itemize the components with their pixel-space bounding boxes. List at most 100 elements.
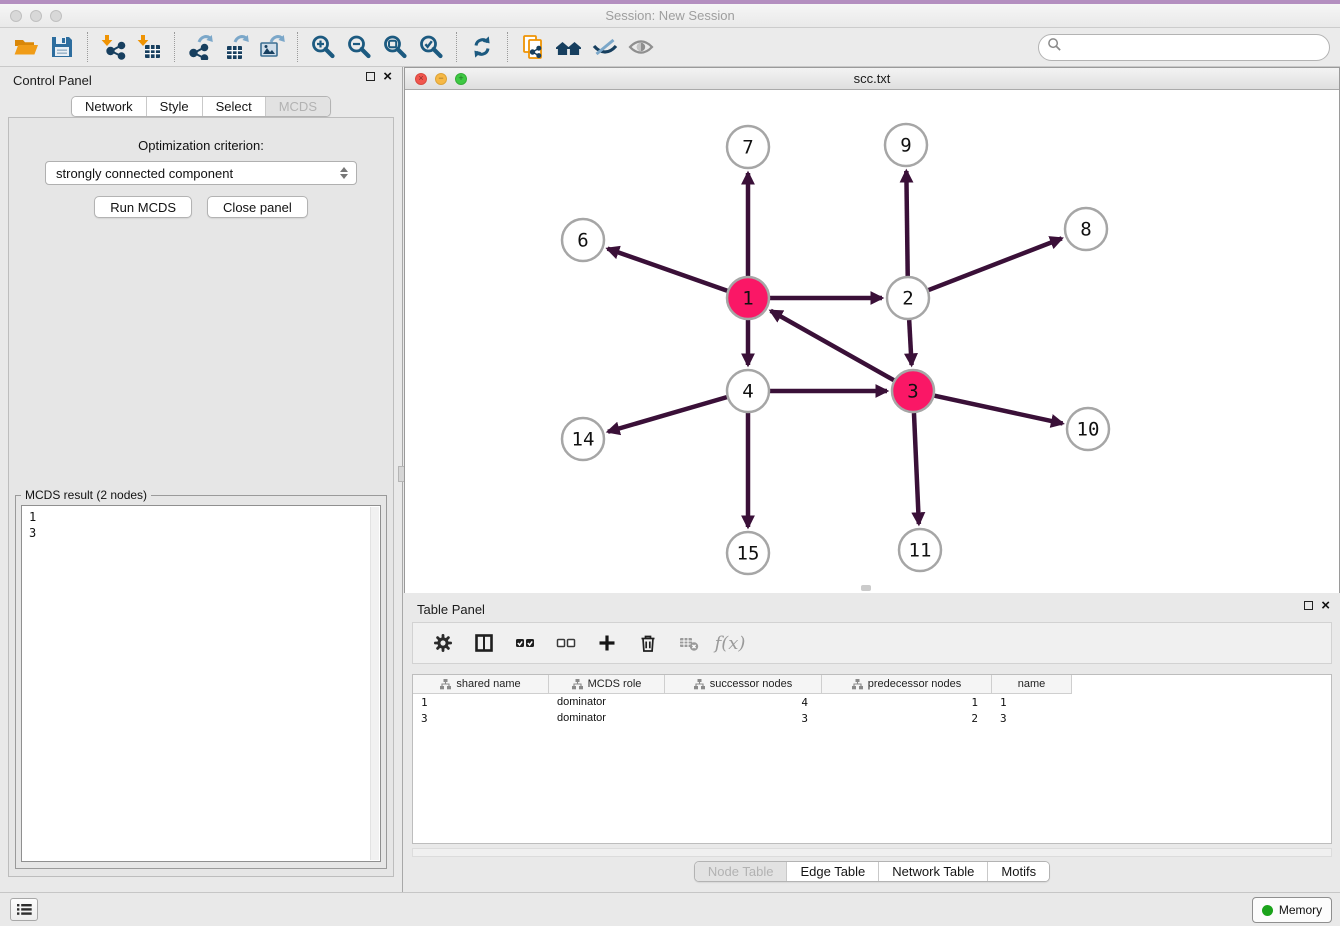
- edge-2-3[interactable]: [909, 320, 911, 365]
- cell[interactable]: 4: [665, 696, 822, 709]
- status-bar: Memory: [0, 892, 1340, 926]
- search-icon: [1047, 37, 1062, 57]
- close-panel-icon[interactable]: ×: [383, 72, 392, 81]
- close-table-panel-icon[interactable]: ×: [1321, 601, 1330, 610]
- columns-icon[interactable]: [472, 631, 496, 655]
- zoom-in-icon[interactable]: [305, 31, 341, 63]
- refresh-icon[interactable]: [464, 31, 500, 63]
- list-icon: [17, 903, 32, 916]
- network-window-titlebar[interactable]: × − + scc.txt: [405, 68, 1339, 90]
- node-table: shared name MCDS role successor nodesprede…: [412, 674, 1332, 844]
- edge-2-9[interactable]: [906, 171, 907, 276]
- cell[interactable]: 1: [992, 696, 1072, 709]
- mcds-result-box: 13: [21, 505, 381, 862]
- memory-button[interactable]: Memory: [1252, 897, 1332, 923]
- delete-row-icon[interactable]: [636, 631, 660, 655]
- import-network-icon[interactable]: [95, 31, 131, 63]
- select-all-icon[interactable]: [513, 631, 537, 655]
- gear-icon[interactable]: [431, 631, 455, 655]
- edge-4-14[interactable]: [608, 397, 727, 432]
- canvas-hscroll-handle[interactable]: [861, 585, 871, 591]
- zoom-selected-icon[interactable]: [413, 31, 449, 63]
- clone-network-icon[interactable]: [515, 31, 551, 63]
- search-box[interactable]: [1038, 34, 1330, 61]
- node-label-6: 6: [577, 230, 588, 252]
- toolbar-separator: [297, 32, 298, 62]
- cell[interactable]: dominator: [549, 712, 665, 724]
- show-eye-icon[interactable]: [623, 31, 659, 63]
- table-row[interactable]: 1dominator411: [413, 694, 1331, 710]
- close-panel-button[interactable]: Close panel: [207, 196, 308, 218]
- node-label-10: 10: [1077, 419, 1100, 441]
- save-session-icon[interactable]: [44, 31, 80, 63]
- deselect-all-icon[interactable]: [554, 631, 578, 655]
- run-mcds-button[interactable]: Run MCDS: [94, 196, 192, 218]
- control-panel-title: Control Panel: [13, 73, 92, 88]
- toolbar-separator: [507, 32, 508, 62]
- export-image-icon[interactable]: [254, 31, 290, 63]
- column-label: MCDS role: [588, 678, 642, 690]
- app-title: Session: New Session: [0, 8, 1340, 23]
- edge-3-10[interactable]: [934, 396, 1062, 424]
- search-input[interactable]: [1067, 40, 1321, 55]
- float-table-panel-icon[interactable]: [1304, 601, 1313, 610]
- function-icon: f(x): [718, 631, 742, 655]
- tab-select[interactable]: Select: [203, 97, 266, 116]
- table-tab-edge-table[interactable]: Edge Table: [787, 862, 879, 881]
- zoom-out-icon[interactable]: [341, 31, 377, 63]
- column-type-icon: [572, 679, 583, 690]
- node-label-9: 9: [900, 135, 911, 157]
- column-header-MCDS-role[interactable]: MCDS role: [549, 675, 665, 694]
- column-header-predecessor-nodes[interactable]: predecessor nodes: [822, 675, 992, 694]
- cell[interactable]: 3: [992, 712, 1072, 725]
- import-table-icon[interactable]: [131, 31, 167, 63]
- network-canvas[interactable]: 7968124314101511: [405, 90, 1339, 593]
- cell[interactable]: 1: [413, 696, 549, 709]
- mcds-result-title: MCDS result (2 nodes): [21, 488, 151, 502]
- table-tab-motifs[interactable]: Motifs: [988, 862, 1049, 881]
- tab-style[interactable]: Style: [147, 97, 203, 116]
- column-header-name[interactable]: name: [992, 675, 1072, 694]
- cell[interactable]: 3: [665, 712, 822, 725]
- cell[interactable]: 3: [413, 712, 549, 725]
- edge-1-6[interactable]: [608, 249, 728, 291]
- table-tabs: Node TableEdge TableNetwork TableMotifs: [404, 861, 1340, 882]
- cell[interactable]: 1: [822, 696, 992, 709]
- control-panel: Control Panel × NetworkStyleSelectMCDS O…: [0, 67, 403, 892]
- table-panel-header: Table Panel ×: [404, 596, 1340, 622]
- criterion-dropdown[interactable]: strongly connected component: [45, 161, 357, 185]
- add-row-icon[interactable]: [595, 631, 619, 655]
- tab-mcds[interactable]: MCDS: [266, 97, 330, 116]
- table-tab-network-table[interactable]: Network Table: [879, 862, 988, 881]
- edge-3-1[interactable]: [771, 311, 894, 380]
- column-label: name: [1018, 678, 1046, 690]
- column-header-shared-name[interactable]: shared name: [413, 675, 549, 694]
- cell[interactable]: 2: [822, 712, 992, 725]
- table-row[interactable]: 3dominator323: [413, 710, 1331, 726]
- table-panel-title: Table Panel: [417, 602, 485, 617]
- export-network-icon[interactable]: [182, 31, 218, 63]
- table-tab-group: Node TableEdge TableNetwork TableMotifs: [694, 861, 1050, 882]
- tab-network[interactable]: Network: [72, 97, 147, 116]
- home-neighbors-icon[interactable]: [551, 31, 587, 63]
- edge-3-11[interactable]: [914, 413, 919, 524]
- network-graph[interactable]: 7968124314101511: [405, 90, 1339, 593]
- task-history-button[interactable]: [10, 898, 38, 921]
- cell[interactable]: dominator: [549, 696, 665, 708]
- table-hscroll-track[interactable]: [412, 848, 1332, 857]
- column-header-successor-nodes[interactable]: successor nodes: [665, 675, 822, 694]
- node-label-14: 14: [572, 429, 595, 451]
- table-tab-node-table[interactable]: Node Table: [695, 862, 788, 881]
- hide-selected-icon[interactable]: [587, 31, 623, 63]
- mcds-tab-content: Optimization criterion: strongly connect…: [8, 117, 394, 877]
- node-label-1: 1: [742, 288, 753, 310]
- export-table-icon[interactable]: [218, 31, 254, 63]
- dropdown-stepper-icon: [340, 167, 348, 179]
- table-panel: Table Panel × f(x) shared nameMCDS roles…: [404, 596, 1340, 892]
- edge-2-8[interactable]: [929, 238, 1062, 290]
- zoom-fit-icon[interactable]: [377, 31, 413, 63]
- float-panel-icon[interactable]: [366, 72, 375, 81]
- result-scrollbar[interactable]: [370, 507, 379, 860]
- node-label-2: 2: [902, 288, 913, 310]
- open-session-icon[interactable]: [8, 31, 44, 63]
